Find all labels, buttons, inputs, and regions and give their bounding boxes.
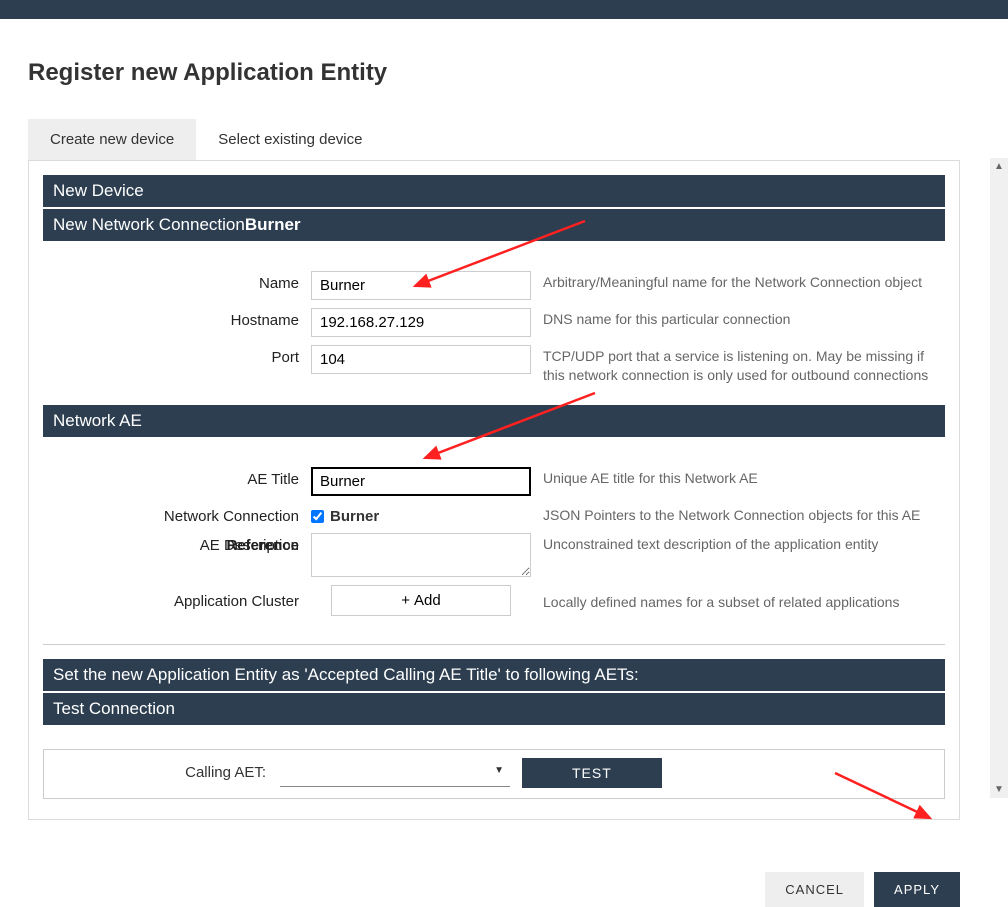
network-ae-form: AE Title Unique AE title for this Networ… <box>43 439 945 636</box>
divider <box>43 644 945 645</box>
test-button[interactable]: TEST <box>522 758 662 788</box>
label-application-cluster: Application Cluster <box>43 585 299 610</box>
hint-application-cluster: Locally defined names for a subset of re… <box>543 585 945 612</box>
form-panel: New Device New Network ConnectionBurner … <box>28 160 960 820</box>
hint-ae-title: Unique AE title for this Network AE <box>543 467 945 488</box>
add-application-cluster-button[interactable]: + Add <box>331 585 511 616</box>
new-connection-form: Name Arbitrary/Meaningful name for the N… <box>43 243 945 405</box>
tabs: Create new device Select existing device <box>28 119 960 160</box>
hint-name: Arbitrary/Meaningful name for the Networ… <box>543 271 945 292</box>
page-title: Register new Application Entity <box>28 59 960 87</box>
input-hostname[interactable] <box>311 308 531 337</box>
plus-icon: + <box>401 592 410 609</box>
top-bar <box>0 0 1008 19</box>
hint-hostname: DNS name for this particular connection <box>543 308 945 329</box>
label-name: Name <box>43 271 299 292</box>
label-network-connection: Network Connection <box>43 504 299 525</box>
input-ae-title[interactable] <box>311 467 531 496</box>
checkbox-burner-label: Burner <box>330 508 379 525</box>
tab-create-new-device[interactable]: Create new device <box>28 119 196 160</box>
select-calling-aet[interactable] <box>280 759 510 787</box>
label-ae-description: AE Description Reference <box>43 533 299 554</box>
label-port: Port <box>43 345 299 366</box>
input-name[interactable] <box>311 271 531 300</box>
label-calling-aet: Calling AET: <box>54 764 274 781</box>
cancel-button[interactable]: CANCEL <box>765 872 864 907</box>
input-port[interactable] <box>311 345 531 374</box>
hint-network-connection: JSON Pointers to the Network Connection … <box>543 504 945 525</box>
section-test-connection: Test Connection <box>43 693 945 725</box>
textarea-ae-description[interactable] <box>311 533 531 577</box>
section-new-conn-prefix: New Network Connection <box>53 215 245 234</box>
hint-port: TCP/UDP port that a service is listening… <box>543 345 945 385</box>
scrollbar[interactable]: ▲ ▼ <box>990 158 1008 798</box>
add-label: Add <box>414 592 441 609</box>
label-hostname: Hostname <box>43 308 299 329</box>
scroll-track[interactable] <box>990 175 1008 781</box>
label-ae-title: AE Title <box>43 467 299 488</box>
section-network-ae: Network AE <box>43 405 945 437</box>
dialog-actions: CANCEL APPLY <box>28 872 960 907</box>
scroll-down-icon[interactable]: ▼ <box>991 781 1007 798</box>
checkbox-burner[interactable] <box>311 510 324 523</box>
tab-select-existing-device[interactable]: Select existing device <box>196 119 384 160</box>
checkbox-row-burner: Burner <box>311 504 531 525</box>
section-new-conn-name: Burner <box>245 215 301 234</box>
select-calling-aet-wrap <box>280 759 510 787</box>
hint-ae-description: Unconstrained text description of the ap… <box>543 533 945 554</box>
scroll-up-icon[interactable]: ▲ <box>991 158 1007 175</box>
test-connection-row: Calling AET: TEST <box>43 749 945 799</box>
section-accepted-calling: Set the new Application Entity as 'Accep… <box>43 659 945 691</box>
section-new-device: New Device <box>43 175 945 207</box>
section-new-network-connection: New Network ConnectionBurner <box>43 209 945 241</box>
apply-button[interactable]: APPLY <box>874 872 960 907</box>
